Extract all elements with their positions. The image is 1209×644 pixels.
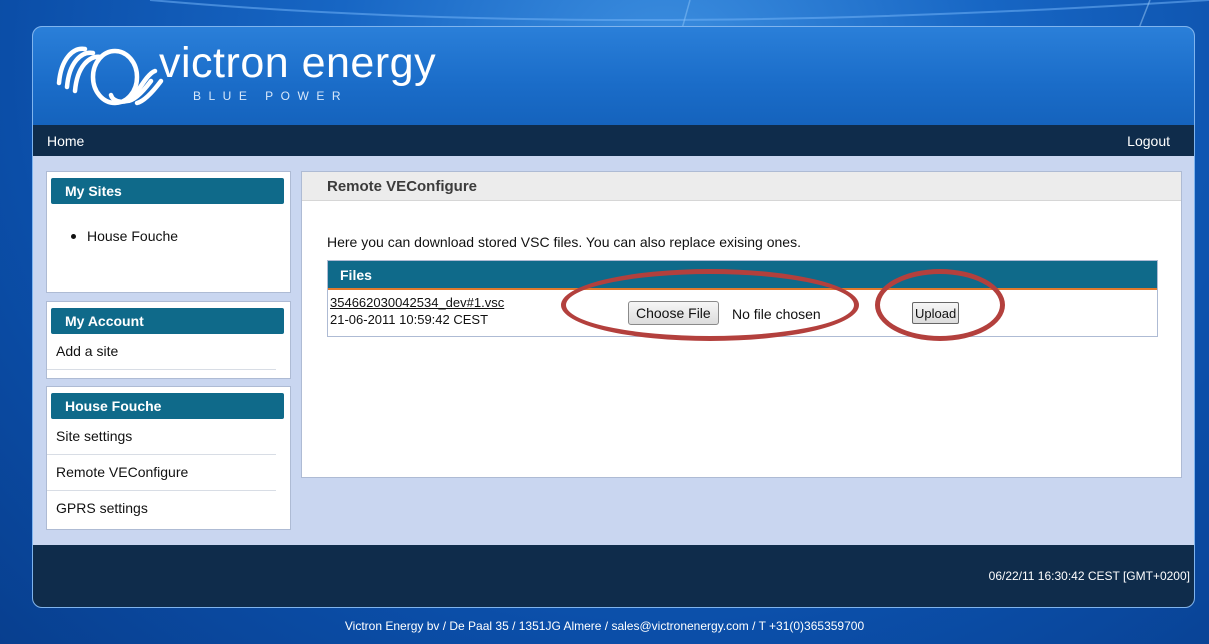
- top-navbar: Home Logout: [33, 125, 1194, 156]
- my-sites-box: My Sites House Fouche: [46, 171, 291, 293]
- brand-tagline: BLUE POWER: [193, 89, 349, 103]
- victron-logo-icon: [56, 46, 164, 106]
- choose-file-button[interactable]: Choose File: [628, 301, 719, 325]
- nav-logout-link[interactable]: Logout: [1127, 133, 1170, 149]
- server-clock: 06/22/11 16:30:42 CEST [GMT+0200]: [988, 569, 1190, 583]
- company-address: Victron Energy bv / De Paal 35 / 1351JG …: [344, 619, 865, 633]
- main-panel: Remote VEConfigure Here you can download…: [301, 171, 1182, 478]
- file-date: 21-06-2011 10:59:42 CEST: [330, 312, 489, 327]
- my-account-box: My Account Add a site: [46, 301, 291, 379]
- brand-name: victron energy: [159, 39, 437, 87]
- remote-veconfigure-link[interactable]: Remote VEConfigure: [47, 455, 276, 491]
- intro-text: Here you can download stored VSC files. …: [327, 234, 801, 250]
- site-item-house-fouche[interactable]: House Fouche: [47, 228, 290, 244]
- my-account-title: My Account: [51, 308, 284, 334]
- sites-list: House Fouche: [47, 228, 290, 244]
- nav-home-link[interactable]: Home: [47, 133, 84, 149]
- site-menu-box: House Fouche Site settings Remote VEConf…: [46, 386, 291, 530]
- gprs-settings-link[interactable]: GPRS settings: [47, 491, 276, 526]
- my-sites-title: My Sites: [51, 178, 284, 204]
- site-header: victron energy BLUE POWER: [33, 27, 1194, 125]
- site-frame: victron energy BLUE POWER Home Logout My…: [32, 26, 1195, 608]
- files-table: Files 354662030042534_dev#1.vsc 21-06-20…: [327, 260, 1158, 341]
- upload-button[interactable]: Upload: [912, 302, 960, 324]
- no-file-chosen-text: No file chosen: [732, 306, 821, 322]
- site-menu-title: House Fouche: [51, 393, 284, 419]
- add-site-link[interactable]: Add a site: [47, 334, 276, 370]
- files-header: Files: [328, 261, 1157, 290]
- site-settings-link[interactable]: Site settings: [47, 419, 276, 455]
- file-download-link[interactable]: 354662030042534_dev#1.vsc: [330, 295, 504, 310]
- page-title: Remote VEConfigure: [302, 172, 1181, 201]
- footer-bar: 06/22/11 16:30:42 CEST [GMT+0200]: [33, 545, 1194, 607]
